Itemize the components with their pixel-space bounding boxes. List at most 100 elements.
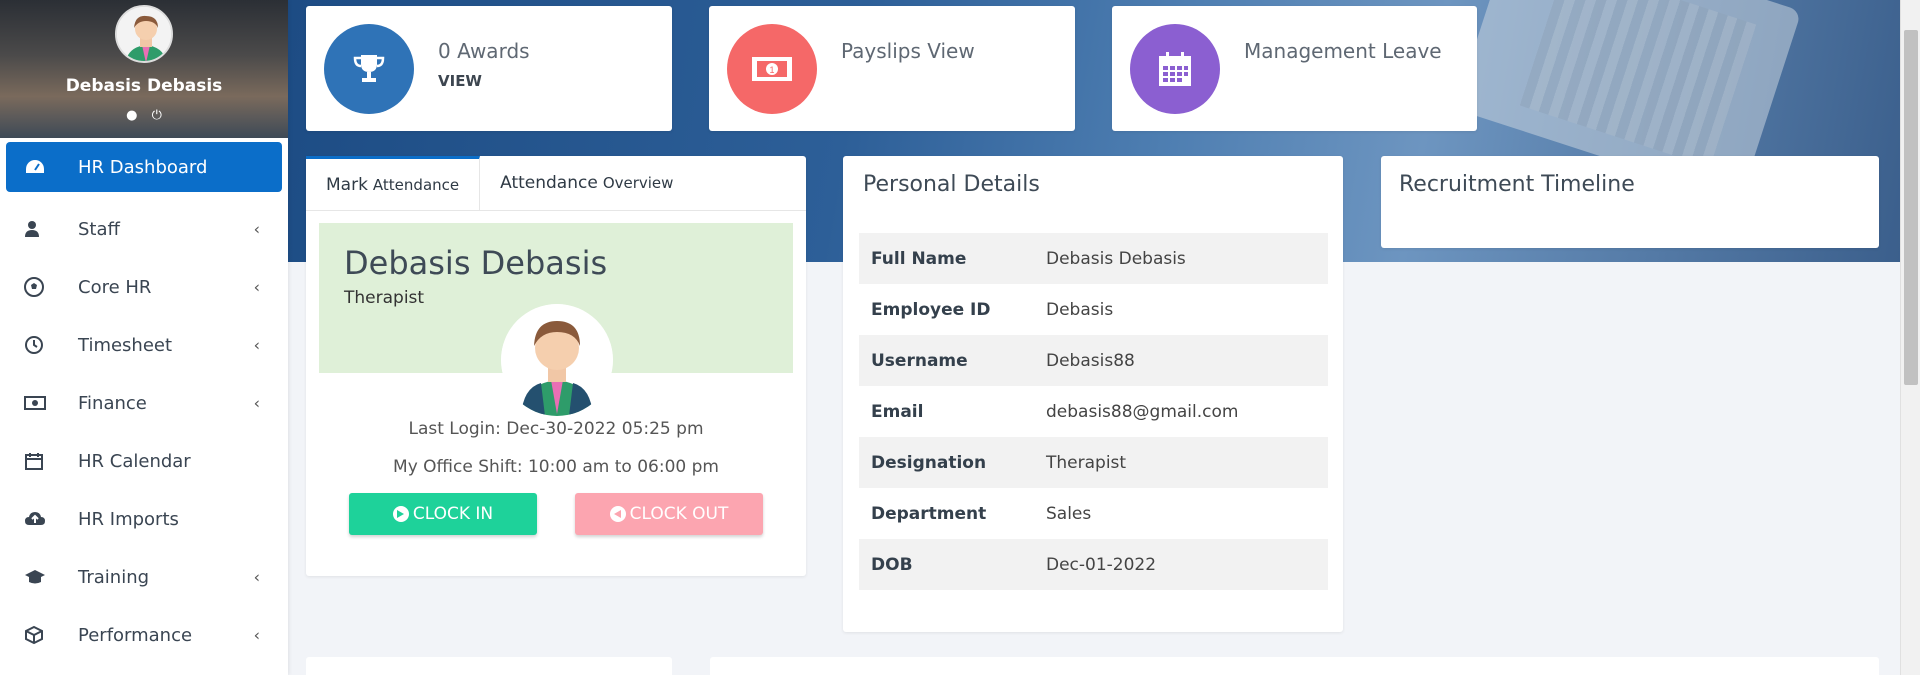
- personal-details-table: Full Name Debasis Debasis Employee ID Deba…: [859, 233, 1328, 590]
- personal-details-title: Personal Details: [863, 172, 1040, 197]
- sidebar-item-label: HR Imports: [78, 508, 179, 530]
- page-scrollbar[interactable]: [1900, 0, 1920, 675]
- clock-icon: [24, 334, 60, 356]
- table-row: Email debasis88@gmail.com: [859, 386, 1328, 437]
- sidebar-nav: HR Dashboard Staff ‹ Core HR ‹ Timesheet…: [0, 138, 288, 664]
- recruitment-timeline-title: Recruitment Timeline: [1399, 172, 1635, 197]
- sidebar-item-label: Timesheet: [78, 334, 173, 356]
- sidebar-item-finance[interactable]: Finance ‹: [6, 374, 282, 432]
- awards-card[interactable]: 0 Awards VIEW: [306, 6, 672, 131]
- payslips-card[interactable]: 1 Payslips View: [709, 6, 1075, 131]
- chevron-left-icon: ‹: [253, 219, 260, 239]
- profile-actions: ● ⏻: [0, 108, 288, 123]
- detail-value: Dec-01-2022: [1034, 539, 1328, 590]
- office-shift-text: My Office Shift: 10:00 am to 06:00 pm: [393, 457, 719, 477]
- clock-in-label: CLOCK IN: [412, 504, 494, 524]
- detail-key: Username: [859, 335, 1034, 386]
- attendance-card: Mark Attendance Attendance Overview Deba…: [306, 156, 806, 576]
- soccer-ball-icon: [24, 276, 60, 298]
- employee-role: Therapist: [344, 288, 425, 308]
- table-row: Employee ID Debasis: [859, 284, 1328, 335]
- detail-value: Debasis88: [1034, 335, 1328, 386]
- sidebar-profile: Debasis Debasis ● ⏻: [0, 0, 288, 138]
- detail-value: Sales: [1046, 503, 1092, 524]
- power-icon[interactable]: ⏻: [152, 108, 162, 123]
- table-row: Full Name Debasis Debasis: [859, 233, 1328, 284]
- table-row: Username Debasis88: [859, 335, 1328, 386]
- tab-label-small: Overview: [602, 174, 674, 192]
- sidebar-item-performance[interactable]: Performance ‹: [6, 606, 282, 664]
- arrow-circle-left-icon: [609, 506, 626, 522]
- sidebar: Debasis Debasis ● ⏻ HR Dashboard Staff ‹…: [0, 0, 288, 675]
- sidebar-item-label: Finance: [78, 392, 147, 414]
- sidebar-item-label: Core HR: [78, 276, 152, 298]
- sidebar-item-label: Staff: [78, 218, 120, 240]
- arrow-circle-right-icon: [392, 506, 409, 522]
- calendar-icon: [24, 450, 60, 472]
- tab-label-small: Attendance: [372, 175, 460, 194]
- table-row: Designation Therapist: [859, 437, 1328, 488]
- trophy-icon: [324, 24, 414, 114]
- sidebar-item-label: Training: [78, 566, 150, 588]
- money-bill-icon: 1: [727, 24, 817, 114]
- profile-user-icon[interactable]: ●: [126, 108, 137, 123]
- detail-key: Employee ID: [871, 299, 991, 320]
- profile-name: Debasis Debasis: [65, 76, 223, 96]
- chevron-left-icon: ‹: [253, 625, 260, 645]
- table-row: Department Sales: [859, 488, 1328, 539]
- employee-avatar: [501, 304, 613, 416]
- chevron-left-icon: ‹: [253, 567, 260, 587]
- personal-details-card: Personal Details Full Name Debasis Debasi…: [843, 156, 1343, 632]
- detail-key: DOB: [859, 539, 1034, 590]
- detail-value: Debasis Debasis: [1034, 233, 1328, 284]
- sidebar-item-core-hr[interactable]: Core HR ‹: [6, 258, 282, 316]
- user-icon: [24, 218, 60, 240]
- management-leave-title: Management Leave: [1244, 39, 1442, 63]
- sidebar-item-hr-imports[interactable]: HR Imports: [6, 490, 282, 548]
- bottom-card-left: [306, 657, 672, 675]
- clock-out-label: CLOCK OUT: [629, 504, 729, 524]
- attendance-tabs: Mark Attendance Attendance Overview: [306, 156, 806, 211]
- detail-key: Full Name: [859, 233, 1034, 284]
- sidebar-item-label: HR Calendar: [78, 450, 191, 472]
- recruitment-timeline-card: Recruitment Timeline: [1381, 156, 1879, 248]
- sidebar-item-staff[interactable]: Staff ‹: [6, 200, 282, 258]
- tab-mark-attendance[interactable]: Mark Attendance: [306, 156, 481, 210]
- management-leave-card[interactable]: Management Leave: [1112, 6, 1477, 131]
- sidebar-item-hr-calendar[interactable]: HR Calendar: [6, 432, 282, 490]
- payslips-title: Payslips View: [841, 39, 975, 63]
- tab-label: Attendance: [500, 173, 598, 193]
- cloud-upload-icon: [24, 508, 60, 530]
- chevron-left-icon: ‹: [253, 335, 260, 355]
- money-bill-icon: [24, 392, 60, 414]
- sidebar-item-hr-dashboard[interactable]: HR Dashboard: [6, 142, 282, 192]
- sidebar-item-training[interactable]: Training ‹: [6, 548, 282, 606]
- sidebar-item-label: Performance: [78, 624, 193, 646]
- clock-out-button[interactable]: CLOCK OUT: [575, 493, 763, 535]
- awards-count: 0 Awards: [438, 39, 530, 63]
- detail-key: Designation: [859, 437, 1034, 488]
- sidebar-item-timesheet[interactable]: Timesheet ‹: [6, 316, 282, 374]
- table-row: DOB Dec-01-2022: [859, 539, 1328, 590]
- cube-icon: [24, 624, 60, 646]
- last-login-text: Last Login: Dec-30-2022 05:25 pm: [408, 419, 704, 439]
- tab-label: Mark: [326, 174, 368, 195]
- sidebar-item-label: HR Dashboard: [78, 156, 208, 178]
- tab-attendance-overview[interactable]: Attendance Overview: [480, 156, 693, 210]
- clock-in-button[interactable]: CLOCK IN: [349, 493, 537, 535]
- awards-view-link[interactable]: VIEW: [438, 72, 482, 90]
- scrollbar-thumb[interactable]: [1904, 30, 1918, 385]
- dashboard-icon: [24, 156, 60, 178]
- detail-value: Debasis: [1046, 299, 1114, 320]
- detail-value: Therapist: [1034, 437, 1328, 488]
- detail-value: debasis88@gmail.com: [1046, 401, 1239, 422]
- graduation-cap-icon: [24, 566, 60, 588]
- chevron-left-icon: ‹: [253, 393, 260, 413]
- bottom-card-right: [710, 657, 1879, 675]
- detail-key: Email: [871, 401, 924, 422]
- employee-name: Debasis Debasis: [344, 244, 608, 282]
- chevron-left-icon: ‹: [253, 277, 260, 297]
- svg-text:1: 1: [769, 65, 774, 75]
- avatar[interactable]: [115, 5, 173, 63]
- detail-key: Department: [871, 503, 987, 524]
